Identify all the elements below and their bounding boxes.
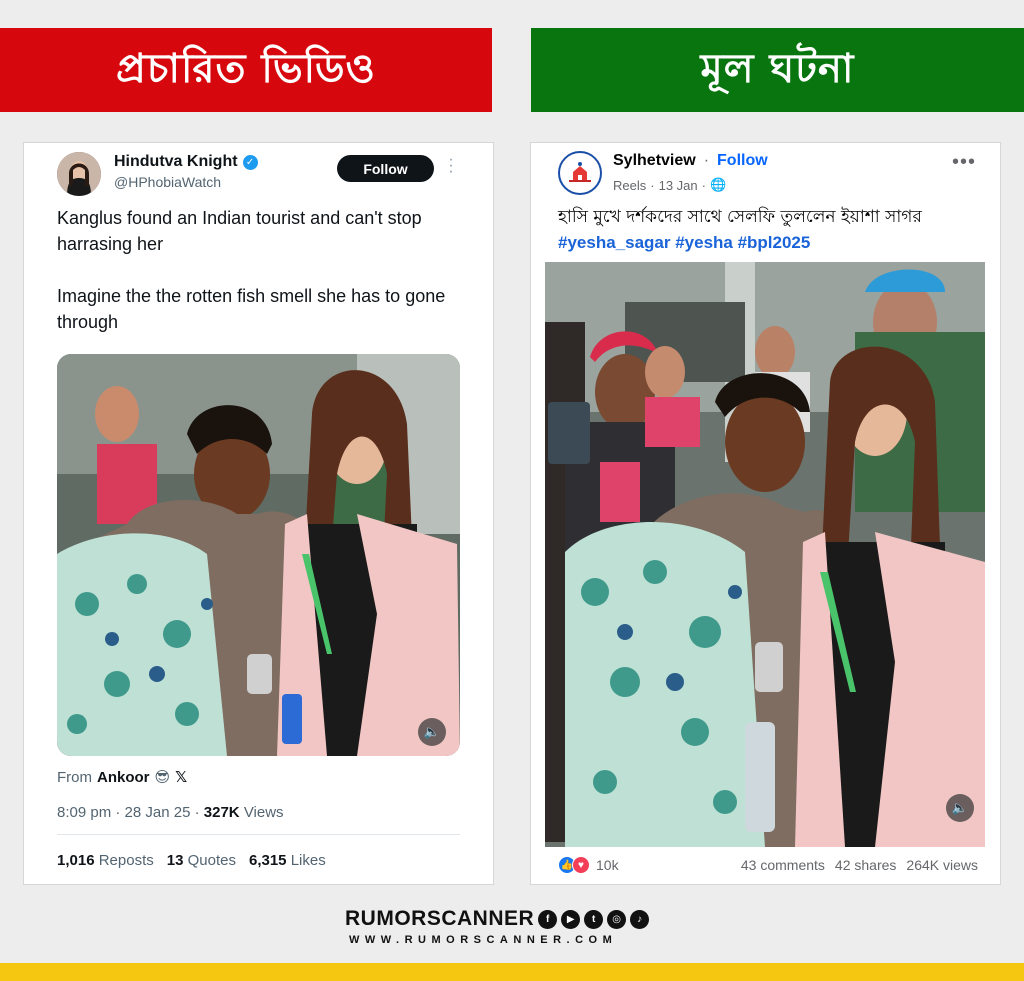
caption-text: হাসি মুখে দর্শকদের সাথে সেলফি তুললেন ইয়… <box>558 207 922 227</box>
tweet-stats: 1,016 Reposts 13 Quotes 6,315 Likes <box>57 852 326 869</box>
likes-label: Likes <box>290 852 326 869</box>
likes-count: 6,315 <box>248 852 287 869</box>
avatar-image <box>57 152 101 196</box>
youtube-icon: ▶ <box>561 909 581 929</box>
views-count: 327K <box>203 804 240 821</box>
separator-dot: · <box>701 177 706 193</box>
hashtags[interactable]: #yesha_sagar #yesha #bpl2025 <box>558 230 988 255</box>
tiktok-icon: ♪ <box>630 909 650 929</box>
x-logo-icon: 𝕏 <box>175 769 188 786</box>
tweet-date[interactable]: 28 Jan 25 <box>125 804 191 821</box>
reactions[interactable]: 👍 ♥ 10k <box>558 856 619 874</box>
tweet-text: Kanglus found an Indian tourist and can'… <box>57 205 467 361</box>
engagement-stats: 43 comments 42 shares 264K views <box>741 857 978 873</box>
globe-icon: 🌐 <box>709 177 727 192</box>
quotes-stat[interactable]: 13 Quotes <box>167 852 236 869</box>
reposts-label: Reposts <box>98 852 154 869</box>
post-caption: হাসি মুখে দর্শকদের সাথে সেলফি তুললেন ইয়… <box>558 205 988 255</box>
tweet-text-line: Imagine the the rotten fish smell she ha… <box>57 286 446 332</box>
twitter-icon: t <box>584 909 604 929</box>
author-name-text: Hindutva Knight <box>114 153 238 170</box>
page-name-row: Sylhetview · Follow <box>613 152 768 170</box>
tweet-time[interactable]: 8:09 pm <box>57 804 111 821</box>
tweet-from: From Ankoor 😎 𝕏 <box>57 768 188 787</box>
video-frame-illustration <box>57 354 460 756</box>
follow-link[interactable]: Follow <box>717 152 768 170</box>
separator-dot: · <box>115 804 125 821</box>
post-footer: 👍 ♥ 10k 43 comments 42 shares 264K views <box>558 856 978 874</box>
more-options-icon[interactable]: ••• <box>952 151 976 174</box>
brand-logo: RUMORSCANNER f ▶ t ◎ ♪ <box>345 907 650 931</box>
more-options-icon[interactable]: · · · <box>447 152 455 180</box>
post-date[interactable]: 13 Jan <box>659 178 698 193</box>
post-subtitle: Reels · 13 Jan · 🌐 <box>613 177 726 193</box>
facebook-post-card: Sylhetview · Follow Reels · 13 Jan · 🌐 •… <box>531 143 1000 884</box>
views-count: 264K views <box>906 857 978 873</box>
tweet-text-line: Kanglus found an Indian tourist and can'… <box>57 208 422 254</box>
brand-name: RUMORSCANNER <box>345 907 535 930</box>
tweet-video[interactable]: 🔈 <box>57 354 460 756</box>
tweet-author-name[interactable]: Hindutva Knight ✓ <box>114 153 258 171</box>
avatar[interactable] <box>57 152 101 196</box>
follow-button[interactable]: Follow <box>337 155 434 182</box>
from-label: From <box>57 768 92 786</box>
speaker-icon[interactable]: 🔈 <box>946 794 974 822</box>
sunglasses-emoji-icon: 😎 <box>154 769 171 786</box>
brand-url: WWW.RUMORSCANNER.COM <box>349 934 618 946</box>
tweet-card: Hindutva Knight ✓ @HPhobiaWatch Follow ·… <box>24 143 493 884</box>
tweet-meta: 8:09 pm · 28 Jan 25 · 327K Views <box>57 804 284 821</box>
divider <box>57 834 460 835</box>
post-video[interactable]: 🔈 <box>545 262 985 847</box>
banner-original-event: মূল ঘটনা <box>531 28 1024 112</box>
tweet-author-handle[interactable]: @HPhobiaWatch <box>114 174 221 190</box>
sylhetview-logo-icon <box>569 162 591 182</box>
reactions-count: 10k <box>596 857 619 873</box>
reposts-stat[interactable]: 1,016 Reposts <box>57 852 154 869</box>
post-type[interactable]: Reels <box>613 178 646 193</box>
banner-promoted-video: প্রচারিত ভিডিও <box>0 28 492 112</box>
separator-dot: · <box>650 177 655 193</box>
comments-count[interactable]: 43 comments <box>741 857 825 873</box>
instagram-icon: ◎ <box>607 909 627 929</box>
separator-dot: · <box>703 152 710 169</box>
speaker-icon[interactable]: 🔈 <box>418 718 446 746</box>
views-label: Views <box>243 804 284 821</box>
quotes-count: 13 <box>166 852 184 869</box>
love-reaction-icon: ♥ <box>572 856 590 874</box>
from-name[interactable]: Ankoor <box>97 769 150 786</box>
quotes-label: Quotes <box>187 852 236 869</box>
separator-dot: · <box>194 804 204 821</box>
shares-count[interactable]: 42 shares <box>835 857 896 873</box>
reposts-count: 1,016 <box>57 852 95 869</box>
bottom-accent-bar <box>0 963 1024 981</box>
verified-badge-icon: ✓ <box>242 154 258 170</box>
video-frame-illustration <box>545 262 985 847</box>
facebook-icon: f <box>538 909 558 929</box>
page-name[interactable]: Sylhetview <box>613 152 696 170</box>
page-avatar[interactable] <box>558 151 602 195</box>
likes-stat[interactable]: 6,315 Likes <box>249 852 326 869</box>
